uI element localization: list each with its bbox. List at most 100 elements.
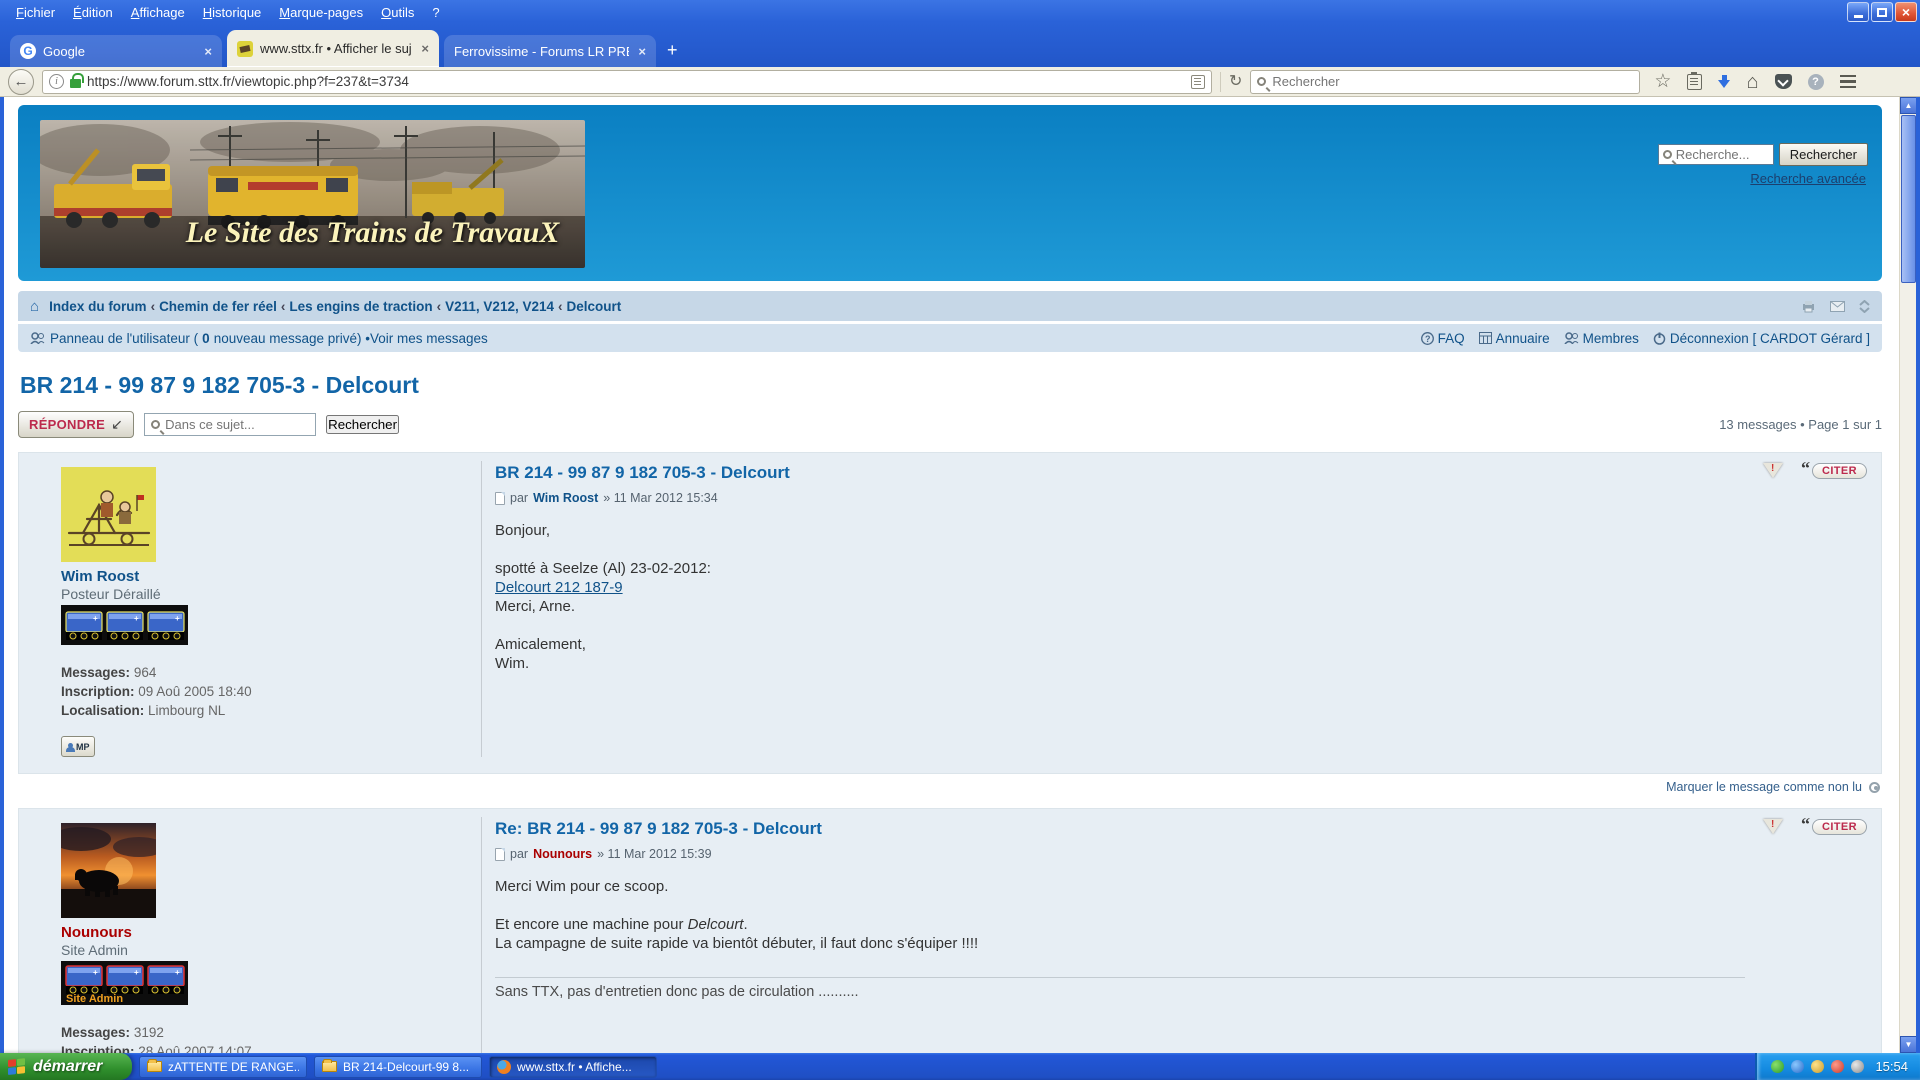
tray-icon-1[interactable]	[1771, 1060, 1784, 1073]
topic-search-box[interactable]	[144, 413, 316, 436]
tab-close-icon[interactable]: ×	[202, 44, 214, 59]
minimize-icon	[1854, 15, 1863, 18]
profile-username-link[interactable]: Nounours	[61, 924, 481, 941]
reader-mode-icon[interactable]	[1191, 75, 1205, 89]
page-scrollbar[interactable]: ▲ ▼	[1899, 97, 1916, 1053]
browser-search-bar[interactable]	[1250, 70, 1640, 94]
downloads-icon[interactable]	[1718, 75, 1730, 89]
report-icon[interactable]: !	[1763, 463, 1783, 478]
menu-affichage[interactable]: Affichage	[123, 2, 193, 23]
private-message-button[interactable]: MP	[61, 736, 95, 757]
breadcrumb-v211[interactable]: V211, V212, V214	[445, 299, 554, 314]
unread-icon[interactable]	[1869, 782, 1880, 793]
taskbar-item-zattente[interactable]: zATTENTE DE RANGE...	[139, 1056, 307, 1078]
tab-close-icon[interactable]: ×	[636, 44, 648, 59]
tray-icon-2[interactable]	[1791, 1060, 1804, 1073]
user-panel-link[interactable]: Panneau de l'utilisateur (0 nouveau mess…	[50, 331, 370, 346]
menu-fichier[interactable]: Fichier	[8, 2, 63, 23]
par-label: par	[510, 491, 528, 505]
taskbar-item-br214[interactable]: BR 214-Delcourt-99 8...	[314, 1056, 482, 1078]
new-tab-button[interactable]: +	[661, 40, 688, 67]
menu-outils[interactable]: Outils	[373, 2, 422, 23]
membres-icon	[1564, 332, 1579, 344]
window-controls: ×	[1847, 2, 1917, 22]
header-search-input[interactable]	[1676, 147, 1769, 162]
tray-icon-5[interactable]	[1851, 1060, 1864, 1073]
menu-historique[interactable]: Historique	[195, 2, 270, 23]
scroll-up-icon[interactable]: ▲	[1900, 97, 1917, 114]
header-search-button[interactable]: Rechercher	[1779, 143, 1868, 166]
breadcrumb-engins[interactable]: Les engins de traction	[289, 299, 432, 314]
banner-image[interactable]: Le Site des Trains de TravauX	[40, 120, 585, 268]
start-button[interactable]: démarrer	[0, 1053, 132, 1080]
home-icon[interactable]: ⌂	[1746, 72, 1758, 92]
post-author-link[interactable]: Wim Roost	[533, 491, 598, 505]
pocket-icon[interactable]	[1775, 74, 1792, 89]
faq-label: FAQ	[1438, 331, 1465, 346]
minimize-button[interactable]	[1847, 2, 1869, 22]
report-icon[interactable]: !	[1763, 819, 1783, 834]
scroll-down-icon[interactable]: ▼	[1900, 1036, 1917, 1053]
tab-close-icon[interactable]: ×	[419, 41, 431, 56]
url-bar[interactable]: i https://www.forum.sttx.fr/viewtopic.ph…	[42, 70, 1212, 94]
annuaire-link[interactable]: Annuaire	[1479, 331, 1550, 346]
page-jump-icon[interactable]	[1859, 300, 1870, 313]
tray-icon-4[interactable]	[1831, 1060, 1844, 1073]
faq-link[interactable]: ? FAQ	[1421, 331, 1465, 346]
avatar-wim-roost[interactable]	[61, 467, 156, 562]
quote-button[interactable]: “CITER	[1801, 463, 1867, 479]
print-icon[interactable]	[1801, 300, 1816, 313]
https-padlock-icon[interactable]	[70, 79, 81, 88]
home-icon[interactable]: ⌂	[30, 298, 39, 315]
tab-sttx-active[interactable]: www.sttx.fr • Afficher le suje... ×	[227, 30, 439, 67]
scrollbar-thumb[interactable]	[1901, 115, 1916, 283]
menu-help[interactable]: ?	[424, 2, 447, 23]
search-icon	[151, 420, 160, 429]
menu-edition[interactable]: Édition	[65, 2, 121, 23]
menu-bar: Fichier Édition Affichage Historique Mar…	[0, 0, 1920, 24]
email-icon[interactable]	[1830, 301, 1845, 312]
back-button[interactable]: ←	[8, 69, 34, 95]
header-search-box[interactable]	[1658, 144, 1774, 165]
reply-label: RÉPONDRE	[29, 417, 105, 432]
topic-search-button[interactable]: Rechercher	[326, 415, 399, 434]
view-messages-link[interactable]: Voir mes messages	[370, 331, 488, 346]
post-body-line: Merci Wim pour ce scoop.	[495, 877, 1745, 896]
menu-marque-pages[interactable]: Marque-pages	[271, 2, 371, 23]
profile-username-link[interactable]: Wim Roost	[61, 568, 481, 585]
browser-search-input[interactable]	[1272, 74, 1633, 89]
reply-button[interactable]: RÉPONDRE ↙	[18, 411, 134, 438]
breadcrumb-separator	[437, 299, 442, 314]
user-panel-icon	[30, 332, 45, 344]
breadcrumb-chemin[interactable]: Chemin de fer réel	[159, 299, 277, 314]
pagination: 13 messages • Page 1 sur 1	[1719, 417, 1882, 432]
advanced-search-link[interactable]: Recherche avancée	[1750, 171, 1866, 186]
breadcrumb-index[interactable]: Index du forum	[49, 299, 147, 314]
help-icon[interactable]: ?	[1808, 74, 1824, 90]
topic-search-input[interactable]	[165, 417, 310, 432]
reload-icon[interactable]: ↻	[1229, 74, 1242, 90]
taskbar-clock: 15:54	[1875, 1059, 1908, 1074]
tab-google[interactable]: G Google ×	[10, 35, 222, 67]
post-2-profile: Nounours Site Admin + +	[61, 817, 481, 1053]
delcourt-photo-link[interactable]: Delcourt 212 187-9	[495, 579, 623, 596]
membres-link[interactable]: Membres	[1564, 331, 1639, 346]
post-author-link[interactable]: Nounours	[533, 847, 592, 861]
bookmarks-menu-icon[interactable]	[1687, 74, 1702, 90]
logout-link[interactable]: Déconnexion [ CARDOT Gérard ]	[1653, 331, 1870, 346]
tray-icon-3[interactable]	[1811, 1060, 1824, 1073]
hamburger-menu-icon[interactable]	[1840, 75, 1856, 89]
breadcrumb-delcourt[interactable]: Delcourt	[566, 299, 621, 314]
stat-localisation: Localisation: Limbourg NL	[61, 701, 481, 720]
bookmark-star-icon[interactable]: ☆	[1654, 70, 1671, 93]
taskbar-item-firefox[interactable]: www.sttx.fr • Affiche...	[489, 1056, 657, 1078]
url-text[interactable]: https://www.forum.sttx.fr/viewtopic.php?…	[87, 74, 1185, 89]
quote-button[interactable]: “CITER	[1801, 819, 1867, 835]
restore-button[interactable]	[1871, 2, 1893, 22]
folder-icon	[147, 1061, 162, 1072]
mark-unread-link[interactable]: Marquer le message comme non lu	[1666, 780, 1862, 794]
site-info-icon[interactable]: i	[49, 74, 64, 89]
tab-ferrovissime[interactable]: Ferrovissime - Forums LR PRESSE ×	[444, 35, 656, 67]
avatar-nounours[interactable]	[61, 823, 156, 918]
close-button[interactable]: ×	[1895, 2, 1917, 22]
